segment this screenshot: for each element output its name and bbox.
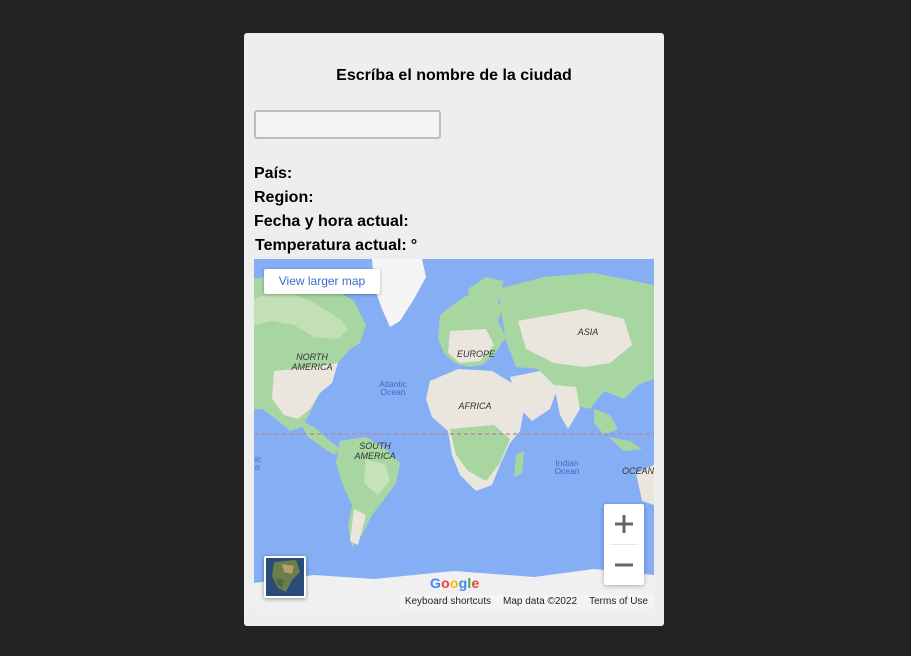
country-label: País: — [254, 165, 293, 182]
label-north-america: NORTH — [296, 352, 328, 362]
label-africa: AFRICA — [457, 401, 491, 411]
google-logo: Google — [430, 575, 480, 591]
weather-card: Escríba el nombre de la ciudad País: Reg… — [244, 33, 664, 626]
world-map[interactable]: NORTH AMERICA EUROPE AFRICA ASIA SOUTH A… — [254, 259, 654, 609]
satellite-thumbnail-icon — [266, 558, 304, 596]
label-europe: EUROPE — [457, 349, 496, 359]
temperature-row: Temperatura actual: ° — [255, 237, 417, 255]
temperature-value: ° — [410, 237, 418, 254]
label-south-america-2: AMERICA — [353, 451, 395, 461]
map-data-text: Map data ©2022 — [503, 596, 578, 607]
label-atlantic-2: Ocean — [380, 387, 405, 397]
region-label: Region: — [254, 189, 314, 206]
plus-icon — [615, 515, 633, 533]
zoom-in-button[interactable] — [604, 504, 644, 544]
label-indian-2: Ocean — [554, 466, 579, 476]
zoom-out-button[interactable] — [604, 545, 644, 585]
temperature-label: Temperatura actual: — [255, 237, 407, 254]
zoom-control — [604, 504, 644, 585]
label-ocean-right: OCEAN — [622, 466, 654, 476]
minus-icon — [615, 563, 633, 567]
keyboard-shortcuts-link[interactable]: Keyboard shortcuts — [399, 595, 497, 609]
datetime-label: Fecha y hora actual: — [254, 213, 409, 230]
label-north-america-2: AMERICA — [290, 362, 332, 372]
map-footer: Keyboard shortcuts Map data ©2022 Terms … — [398, 595, 654, 609]
region-row: Region: — [254, 189, 318, 207]
country-row: País: — [254, 165, 296, 183]
satellite-layer-toggle[interactable] — [264, 556, 306, 598]
city-input[interactable] — [254, 110, 441, 139]
label-south-america: SOUTH — [359, 441, 391, 451]
form-title: Escríba el nombre de la ciudad — [336, 67, 572, 84]
terms-of-use-link[interactable]: Terms of Use — [583, 595, 654, 609]
view-larger-map-link[interactable]: View larger map — [264, 269, 380, 294]
datetime-row: Fecha y hora actual: — [254, 213, 413, 231]
label-asia: ASIA — [577, 327, 599, 337]
label-edge-left-2: n — [255, 462, 260, 472]
map-embed[interactable]: NORTH AMERICA EUROPE AFRICA ASIA SOUTH A… — [254, 259, 654, 609]
